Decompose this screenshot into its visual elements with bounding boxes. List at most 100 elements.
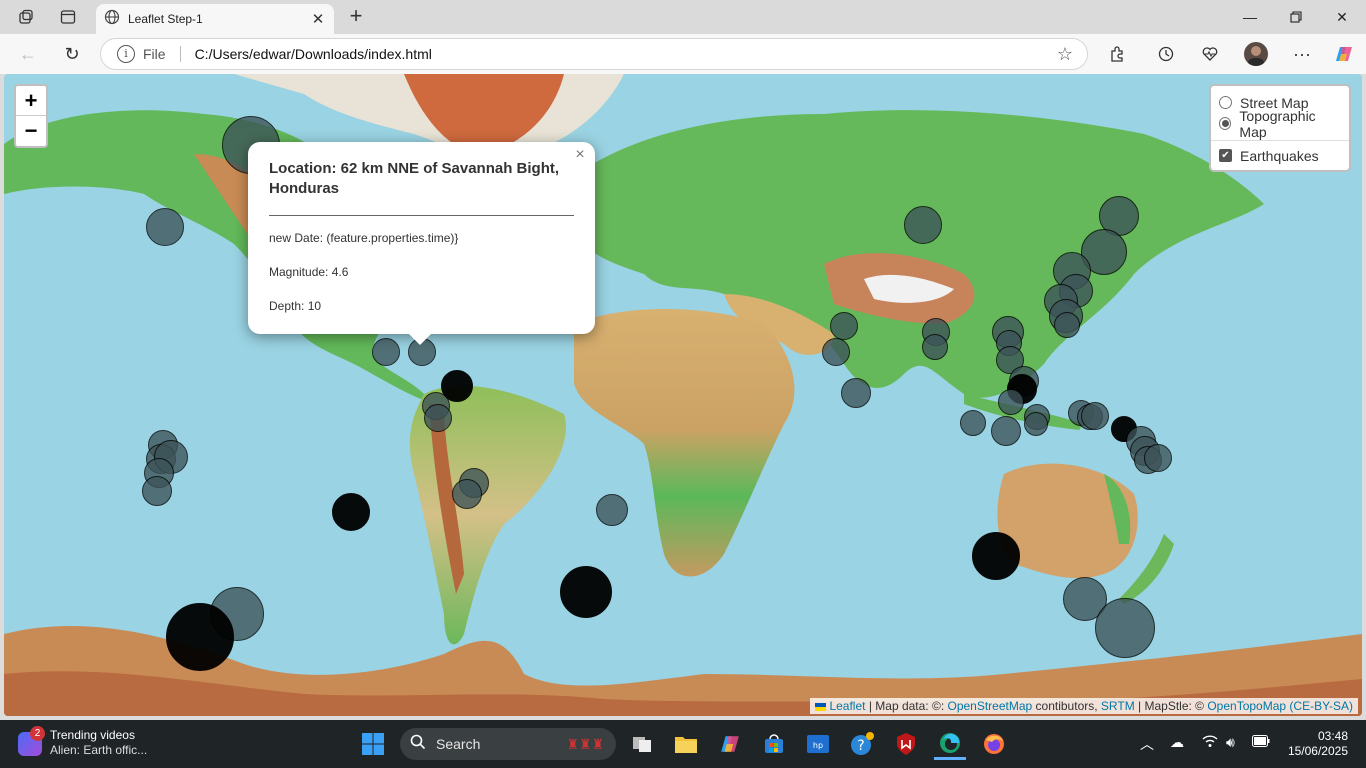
zoom-control: + −	[14, 84, 48, 148]
volume-icon[interactable]: 🔊︎	[1226, 734, 1235, 751]
earthquake-marker[interactable]	[991, 416, 1021, 446]
attribution-map-data: | Map data: ©:	[865, 699, 948, 713]
profile-avatar[interactable]	[1244, 42, 1268, 66]
url-text[interactable]: C:/Users/edwar/Downloads/index.html	[195, 46, 1057, 62]
opentopomap-link[interactable]: OpenTopoMap	[1207, 699, 1286, 713]
info-icon[interactable]: i	[117, 45, 135, 63]
zoom-out-button[interactable]: −	[16, 116, 46, 146]
street-map-radio[interactable]	[1219, 96, 1232, 109]
earthquake-marker[interactable]	[904, 206, 942, 244]
search-highlight-icon: ♜♜♜	[566, 735, 604, 752]
address-bar[interactable]: i File C:/Users/edwar/Downloads/index.ht…	[100, 38, 1088, 70]
popup-title: Location: 62 km NNE of Savannah Bight, H…	[269, 160, 560, 197]
more-menu-icon[interactable]: ···	[1290, 42, 1314, 66]
copilot-app-icon[interactable]	[714, 728, 746, 760]
topographic-map-label: Topographic Map	[1239, 107, 1316, 140]
globe-icon	[104, 9, 120, 30]
copilot-icon[interactable]	[1332, 42, 1356, 66]
svg-text:hp: hp	[813, 741, 823, 750]
earthquake-marker[interactable]	[424, 404, 452, 432]
earthquake-marker[interactable]	[1081, 402, 1109, 430]
srtm-link[interactable]: SRTM	[1101, 699, 1135, 713]
earthquake-marker[interactable]	[560, 566, 612, 618]
navigation-bar: ← ↻ i File C:/Users/edwar/Downloads/inde…	[0, 34, 1366, 74]
leaflet-link[interactable]: Leaflet	[829, 699, 865, 713]
earthquakes-checkbox[interactable]: ✔	[1219, 149, 1232, 162]
popup-divider	[269, 215, 574, 216]
earthquake-marker[interactable]	[1095, 598, 1155, 658]
taskbar-search[interactable]: Search ♜♜♜	[400, 728, 616, 760]
attribution-mapstyle: | MapStle: ©	[1134, 699, 1208, 713]
earthquake-marker[interactable]	[372, 338, 400, 366]
news-badge: 2	[30, 726, 45, 741]
back-icon[interactable]: ←	[16, 42, 40, 66]
earthquake-marker[interactable]	[998, 389, 1024, 415]
earthquake-marker[interactable]	[166, 603, 234, 671]
store-icon[interactable]	[758, 728, 790, 760]
tab-strip: Leaflet Step-1 ✕ + — ✕	[0, 0, 1366, 34]
wifi-icon[interactable]	[1202, 734, 1218, 751]
minimize-icon[interactable]: —	[1238, 6, 1262, 28]
news-subtitle: Alien: Earth offic...	[50, 743, 148, 757]
news-icon: 2	[18, 726, 45, 756]
earthquake-marker[interactable]	[960, 410, 986, 436]
edge-icon[interactable]	[934, 728, 966, 760]
earthquake-marker[interactable]	[596, 494, 628, 526]
start-icon[interactable]	[357, 728, 389, 760]
earthquake-marker[interactable]	[922, 334, 948, 360]
earthquake-marker[interactable]	[830, 312, 858, 340]
myhp-icon[interactable]: hp	[802, 728, 834, 760]
mcafee-icon[interactable]	[890, 728, 922, 760]
map-attribution: Leaflet | Map data: ©: OpenStreetMap con…	[810, 698, 1358, 714]
extensions-icon[interactable]	[1105, 42, 1129, 66]
earthquake-marker[interactable]	[146, 208, 184, 246]
help-icon[interactable]: ?	[846, 728, 878, 760]
task-view-icon[interactable]	[626, 728, 658, 760]
close-tab-icon[interactable]: ✕	[308, 9, 328, 29]
earthquake-marker[interactable]	[1054, 312, 1080, 338]
browser-essentials-icon[interactable]	[1198, 42, 1222, 66]
earthquake-marker[interactable]	[841, 378, 871, 408]
earthquake-marker[interactable]	[1144, 444, 1172, 472]
earthquake-marker[interactable]	[822, 338, 850, 366]
popup-close-button[interactable]: ×	[571, 146, 589, 164]
map-view[interactable]: + − Street Map Topographic Map ✔ Earthqu…	[4, 74, 1362, 716]
file-explorer-icon[interactable]	[670, 728, 702, 760]
layer-control: Street Map Topographic Map ✔ Earthquakes	[1209, 84, 1351, 172]
restore-icon[interactable]	[1284, 6, 1308, 28]
vertical-tabs-icon[interactable]	[56, 6, 80, 28]
earthquake-popup: × Location: 62 km NNE of Savannah Bight,…	[248, 142, 595, 334]
ukraine-flag-icon	[815, 702, 827, 711]
popup-tip	[408, 333, 432, 345]
earthquake-marker[interactable]	[1024, 412, 1048, 436]
topographic-map-radio[interactable]	[1219, 117, 1232, 130]
earthquake-marker[interactable]	[332, 493, 370, 531]
earthquake-marker[interactable]	[142, 476, 172, 506]
openstreetmap-link[interactable]: OpenStreetMap	[947, 699, 1032, 713]
tab-leaflet[interactable]: Leaflet Step-1 ✕	[96, 4, 334, 34]
system-clock[interactable]: 03:48 15/06/2025	[1284, 729, 1348, 759]
workspaces-icon[interactable]	[14, 6, 38, 28]
onedrive-icon[interactable]: ☁	[1170, 734, 1184, 751]
earthquake-marker[interactable]	[972, 532, 1020, 580]
show-hidden-icons[interactable]: ︿	[1140, 734, 1154, 754]
firefox-icon[interactable]	[978, 728, 1010, 760]
search-icon	[410, 734, 426, 755]
earthquake-marker[interactable]	[452, 479, 482, 509]
clock-date: 15/06/2025	[1287, 744, 1348, 758]
history-icon[interactable]	[1154, 42, 1178, 66]
zoom-in-button[interactable]: +	[16, 86, 46, 116]
layer-divider	[1211, 140, 1349, 141]
refresh-icon[interactable]: ↻	[60, 42, 84, 66]
search-label: Search	[436, 736, 481, 752]
layer-topographic-map[interactable]: Topographic Map	[1219, 108, 1341, 140]
new-tab-button[interactable]: +	[344, 5, 368, 28]
close-window-icon[interactable]: ✕	[1330, 6, 1354, 28]
news-widget[interactable]: 2 Trending videos Alien: Earth offic...	[18, 726, 148, 758]
clock-time: 03:48	[1317, 729, 1348, 743]
news-title: Trending videos	[50, 728, 135, 742]
favorite-star-icon[interactable]: ☆	[1057, 44, 1073, 65]
license-link[interactable]: CE-BY-SA	[1293, 699, 1349, 713]
battery-icon[interactable]	[1252, 734, 1270, 750]
layer-earthquakes[interactable]: ✔ Earthquakes	[1219, 145, 1341, 166]
